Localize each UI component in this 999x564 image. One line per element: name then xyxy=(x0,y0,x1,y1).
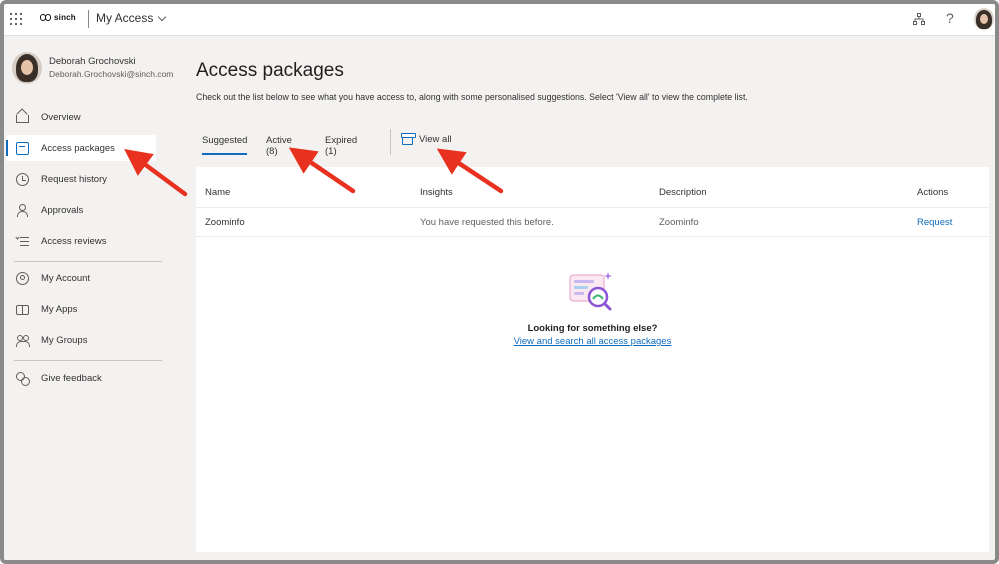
app-launcher-icon[interactable] xyxy=(10,13,22,25)
view-all-packages-link[interactable]: View and search all access packages xyxy=(196,336,989,347)
sidebar-divider xyxy=(14,360,162,361)
access-packages-card: Name Insights Description Actions Zoomin… xyxy=(196,167,989,552)
sidebar-item-access-reviews[interactable]: Access reviews xyxy=(6,228,156,254)
column-header-name[interactable]: Name xyxy=(205,187,230,198)
app-name: My Access xyxy=(96,11,154,25)
sidebar-item-label: Overview xyxy=(41,111,81,123)
request-link[interactable]: Request xyxy=(917,217,952,228)
page-title: Access packages xyxy=(196,60,344,81)
profile-avatar xyxy=(12,52,42,84)
column-header-actions: Actions xyxy=(917,187,949,198)
view-all-button[interactable]: View all xyxy=(401,132,452,145)
row-insights: You have requested this before. xyxy=(420,217,554,228)
home-icon xyxy=(16,115,29,123)
account-icon xyxy=(16,271,29,285)
row-description: Zoominfo xyxy=(659,217,699,228)
sidebar-item-my-apps[interactable]: My Apps xyxy=(6,296,156,322)
app-window: sinch My Access ? Deborah Grochovski Deb… xyxy=(0,0,999,564)
sidebar-item-label: Approvals xyxy=(41,204,84,216)
sidebar-item-label: Request history xyxy=(41,173,108,185)
sidebar-item-label: Access packages xyxy=(41,142,115,154)
sidebar-item-overview[interactable]: Overview xyxy=(6,104,156,130)
sidebar-item-label: Access reviews xyxy=(41,235,107,247)
empty-state-title: Looking for something else? xyxy=(527,323,658,334)
approvals-icon xyxy=(16,203,29,217)
page-description: Check out the list below to see what you… xyxy=(196,92,748,102)
search-packages-illustration xyxy=(569,272,612,311)
sidebar-item-give-feedback[interactable]: Give feedback xyxy=(6,365,156,391)
profile-name: Deborah Grochovski xyxy=(49,56,136,67)
feedback-icon xyxy=(16,371,30,386)
help-icon[interactable]: ? xyxy=(946,10,954,26)
archive-icon xyxy=(401,132,416,145)
sidebar-item-label: My Account xyxy=(41,272,91,284)
chevron-down-icon xyxy=(158,12,167,21)
package-icon xyxy=(16,141,29,155)
column-header-insights: Insights xyxy=(420,187,453,198)
sidebar-item-label: Give feedback xyxy=(41,372,102,384)
organization-icon[interactable] xyxy=(913,13,925,25)
sidebar-item-my-groups[interactable]: My Groups xyxy=(6,327,156,353)
app-switcher[interactable]: My Access xyxy=(96,11,167,25)
sidebar-divider xyxy=(14,261,162,262)
tab-suggested[interactable]: Suggested xyxy=(202,129,248,155)
checklist-icon xyxy=(16,235,29,248)
brand-logo: sinch xyxy=(40,13,76,22)
groups-icon xyxy=(16,334,30,347)
top-bar: sinch My Access ? xyxy=(4,4,995,36)
row-divider xyxy=(196,236,989,237)
profile-email: Deborah.Grochovski@sinch.com xyxy=(49,69,174,79)
apps-icon xyxy=(16,305,29,315)
sidebar-item-label: My Apps xyxy=(41,303,78,315)
sidebar-item-access-packages[interactable]: Access packages xyxy=(6,135,156,161)
row-name: Zoominfo xyxy=(205,217,245,228)
sidebar-item-approvals[interactable]: Approvals xyxy=(6,197,156,223)
sidebar: Deborah Grochovski Deborah.Grochovski@si… xyxy=(4,37,174,560)
user-avatar[interactable] xyxy=(974,8,994,30)
column-header-description: Description xyxy=(659,187,707,198)
sidebar-item-request-history[interactable]: Request history xyxy=(6,166,156,192)
header-divider xyxy=(196,207,989,208)
view-all-label: View all xyxy=(419,134,452,145)
history-icon xyxy=(16,172,29,186)
profile-card: Deborah Grochovski Deborah.Grochovski@si… xyxy=(12,52,174,88)
tab-expired[interactable]: Expired (1) xyxy=(325,129,357,157)
sidebar-item-my-account[interactable]: My Account xyxy=(6,265,156,291)
brand-name: sinch xyxy=(54,13,76,22)
sinch-logo-icon xyxy=(40,14,51,21)
sidebar-item-label: My Groups xyxy=(41,334,88,346)
tab-active[interactable]: Active (8) xyxy=(266,129,292,157)
tab-divider xyxy=(390,129,391,155)
topbar-divider xyxy=(88,10,89,28)
